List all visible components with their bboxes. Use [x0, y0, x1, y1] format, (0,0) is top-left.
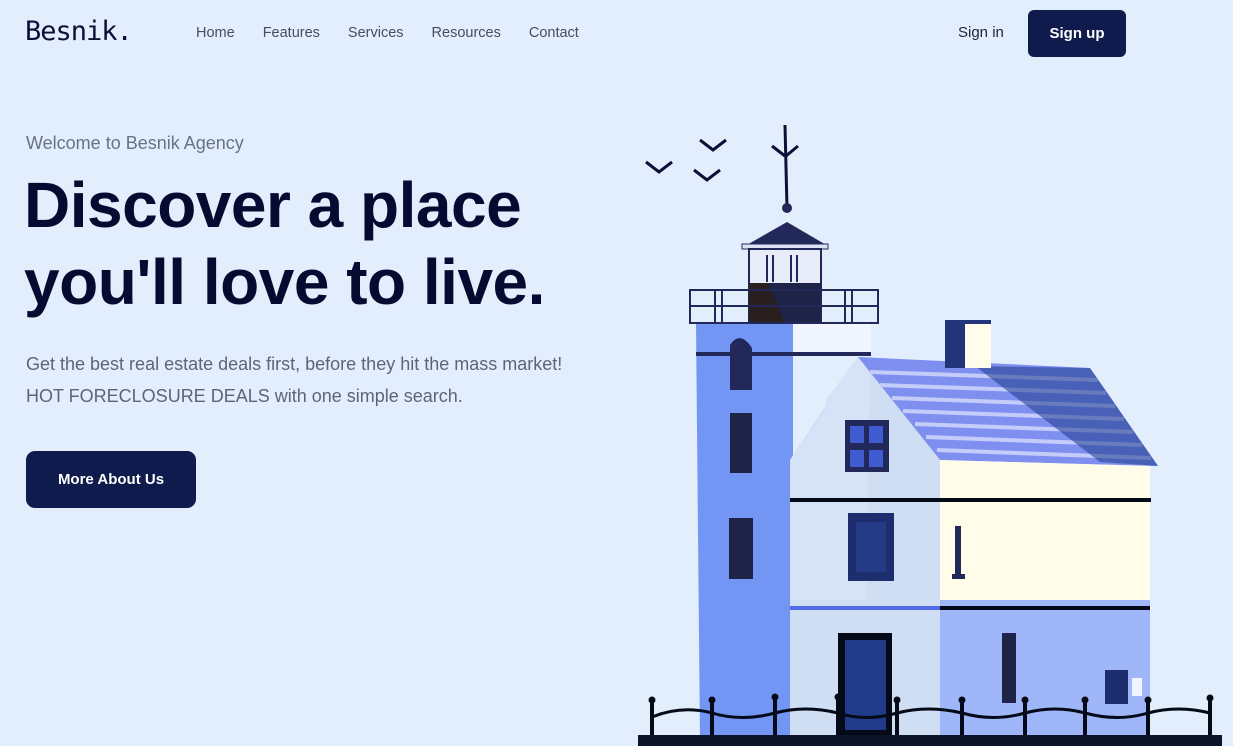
- hero-headline: Discover a place you'll love to live.: [24, 167, 644, 321]
- bird-icon: [645, 138, 727, 182]
- hero-subtext: Get the best real estate deals first, be…: [26, 354, 563, 406]
- main-nav: Home Features Services Resources Contact: [196, 25, 607, 41]
- hero-headline-line1: Discover a place: [24, 169, 522, 241]
- brand-logo[interactable]: Besnik.: [25, 16, 133, 47]
- lighthouse-house-illustration: [638, 124, 1222, 746]
- nav-services[interactable]: Services: [348, 25, 404, 41]
- nav-resources[interactable]: Resources: [432, 25, 501, 41]
- nav-home[interactable]: Home: [196, 25, 235, 41]
- antenna-icon: [771, 124, 799, 209]
- hero-headline-line2: you'll love to live.: [24, 246, 545, 318]
- hero-eyebrow: Welcome to Besnik Agency: [26, 133, 244, 153]
- signin-link[interactable]: Sign in: [958, 24, 1004, 41]
- nav-contact[interactable]: Contact: [529, 25, 579, 41]
- nav-features[interactable]: Features: [263, 25, 320, 41]
- site-header: Besnik. Home Features Services Resources…: [0, 0, 1233, 68]
- signup-button[interactable]: Sign up: [1028, 10, 1126, 57]
- more-about-us-button[interactable]: More About Us: [26, 451, 196, 508]
